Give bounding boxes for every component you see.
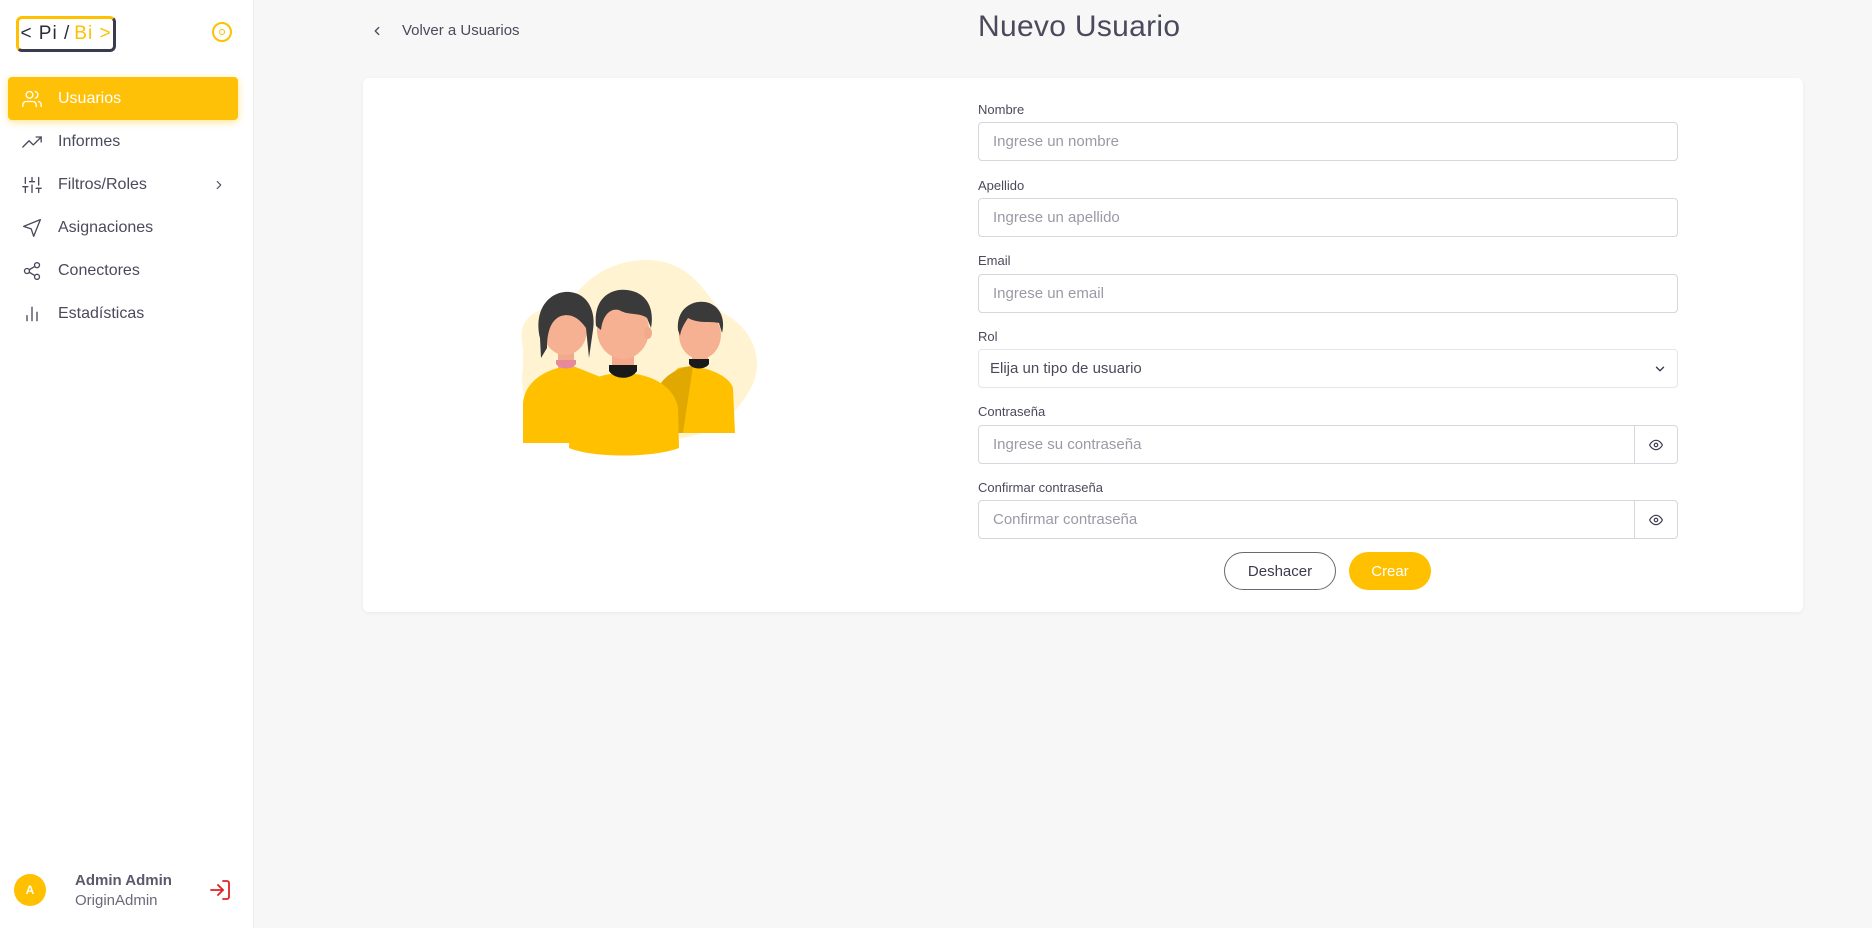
sidebar-item-label: Filtros/Roles: [58, 175, 147, 193]
email-label: Email: [978, 253, 1011, 268]
share-icon: [23, 261, 41, 280]
sidebar-item-conectores[interactable]: Conectores: [8, 249, 238, 292]
logout-icon[interactable]: [208, 878, 232, 902]
users-group-illustration: [521, 259, 758, 456]
chevron-down-icon: [1655, 366, 1665, 372]
sidebar-item-label: Usuarios: [58, 89, 122, 107]
confirm-password-input[interactable]: [978, 500, 1635, 539]
logo-text-right: Bi >: [74, 23, 112, 44]
undo-button[interactable]: Deshacer: [1224, 552, 1336, 590]
page-title: Nuevo Usuario: [978, 10, 1181, 43]
sidebar-item-usuarios[interactable]: Usuarios: [8, 77, 238, 120]
apellido-label: Apellido: [978, 178, 1025, 193]
sidebar-item-filtros-roles[interactable]: Filtros/Roles: [8, 163, 238, 206]
rol-select[interactable]: Elija un tipo de usuario: [978, 349, 1678, 388]
nombre-label: Nombre: [978, 102, 1025, 117]
sidebar-item-label: Informes: [58, 132, 121, 150]
bar-chart-icon: [26, 306, 38, 321]
password-label: Contraseña: [978, 404, 1046, 419]
password-group: [978, 425, 1678, 464]
back-label: Volver a Usuarios: [402, 22, 520, 39]
email-input[interactable]: [978, 274, 1678, 313]
sidebar: < Pi / Bi > Usuarios Informes Filtros/Ro…: [0, 0, 254, 928]
apellido-input[interactable]: [978, 198, 1678, 237]
password-input[interactable]: [978, 425, 1635, 464]
create-button[interactable]: Crear: [1349, 552, 1431, 590]
sliders-icon: [22, 176, 42, 193]
trending-up-icon: [22, 135, 42, 148]
sidebar-item-estadisticas[interactable]: Estadísticas: [8, 292, 238, 335]
sidebar-item-label: Conectores: [58, 261, 140, 279]
chevron-right-icon: [216, 180, 222, 189]
users-icon: [22, 90, 42, 107]
toggle-password-visibility-button[interactable]: [1634, 425, 1678, 464]
collapse-sidebar-button[interactable]: [212, 22, 232, 42]
user-profile: A Admin Admin OriginAdmin: [14, 872, 240, 912]
back-to-users-link[interactable]: Volver a Usuarios: [370, 22, 520, 39]
nombre-input[interactable]: [978, 122, 1678, 161]
sidebar-item-informes[interactable]: Informes: [8, 120, 238, 163]
rol-label: Rol: [978, 329, 998, 344]
avatar[interactable]: A: [14, 874, 46, 906]
confirm-password-group: [978, 500, 1678, 539]
new-user-card: Nombre Apellido Email Rol Elija un tipo …: [363, 78, 1803, 612]
eye-icon: [1649, 514, 1663, 525]
sidebar-item-label: Asignaciones: [58, 218, 154, 236]
send-icon: [23, 218, 41, 237]
pibi-logo[interactable]: < Pi / Bi >: [16, 16, 116, 52]
confirm-password-label: Confirmar contraseña: [978, 480, 1103, 495]
sidebar-item-label: Estadísticas: [58, 304, 145, 322]
toggle-confirm-password-visibility-button[interactable]: [1634, 500, 1678, 539]
user-name: Admin Admin: [75, 872, 172, 889]
eye-icon: [1649, 439, 1663, 450]
sidebar-item-asignaciones[interactable]: Asignaciones: [8, 206, 238, 249]
rol-select-value: Elija un tipo de usuario: [990, 360, 1142, 377]
user-role: OriginAdmin: [75, 892, 158, 909]
sidebar-nav: Usuarios Informes Filtros/Roles Asignaci…: [8, 77, 238, 335]
radio-dot-icon: [219, 29, 225, 35]
logo-text-left: < Pi /: [20, 23, 71, 44]
chevron-left-icon: [374, 26, 380, 35]
